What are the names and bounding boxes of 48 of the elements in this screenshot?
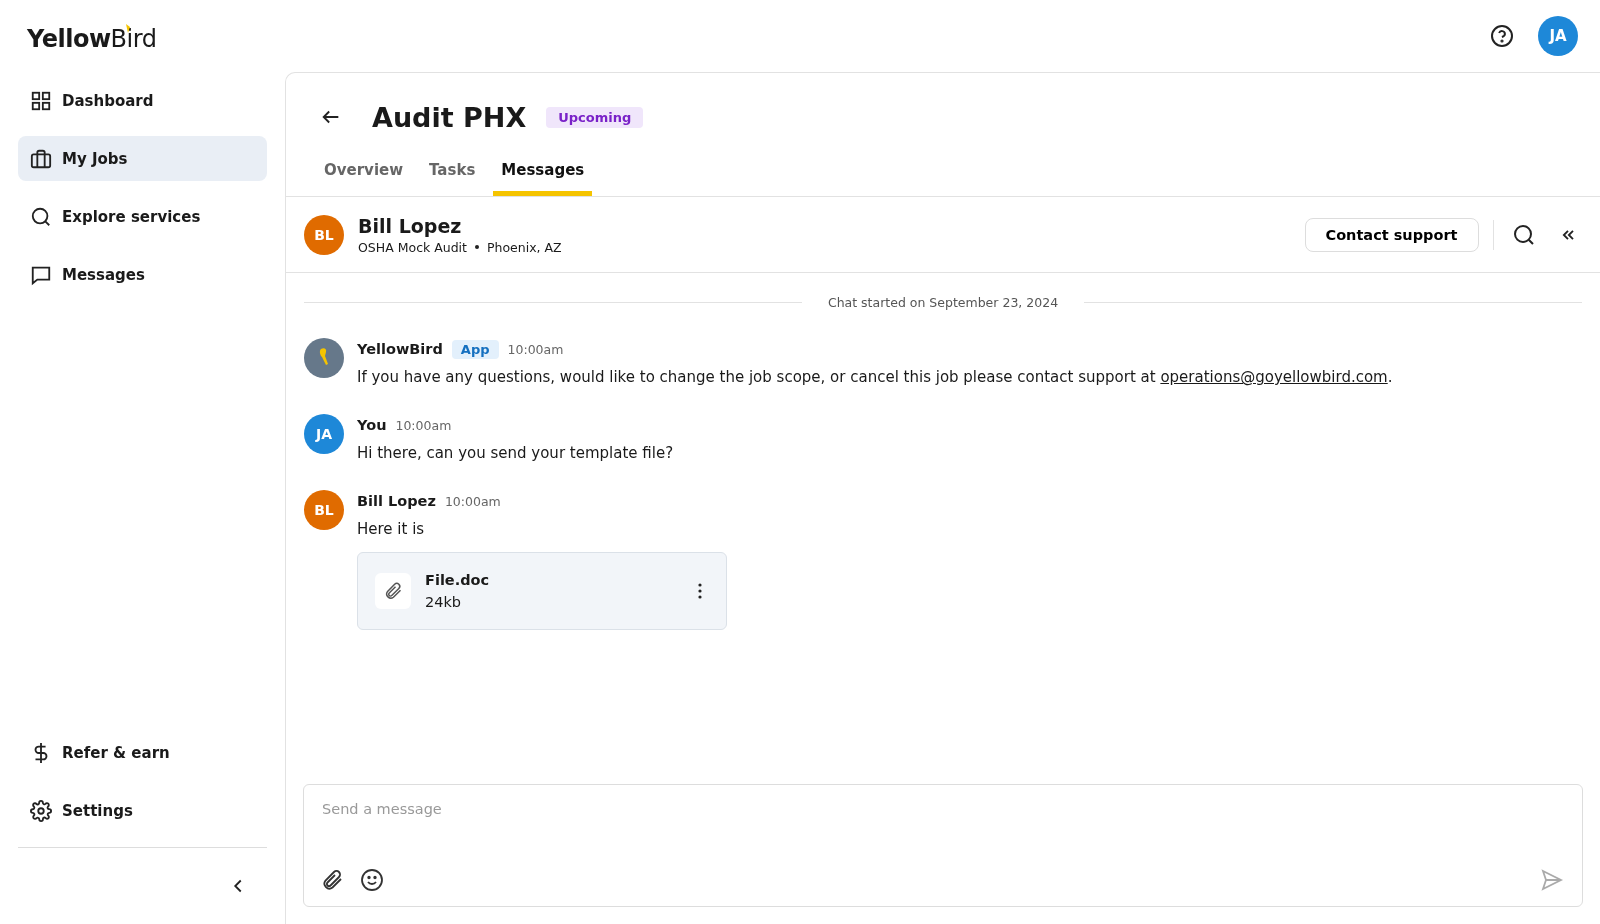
status-badge: Upcoming [546,106,644,128]
job-title: Audit PHX [372,101,527,133]
contact-support-button[interactable]: Contact support [1304,217,1479,252]
sender-avatar: JA [304,414,344,454]
email-link[interactable]: operations@goyellowbird.com [1160,368,1388,386]
search-icon [30,205,52,228]
briefcase-icon [30,147,52,170]
tab[interactable]: Overview [316,149,412,196]
message-text: If you have any questions, would like to change the job scope, or cancel this job please contact support at operations@goyellowbird.com. [357,368,1393,386]
separator-dot [475,245,479,249]
app-badge: App [451,339,499,359]
message-text: Here it is [357,520,426,538]
paperclip-icon [320,868,344,892]
settings-icon [30,799,52,822]
paperclip-icon [375,573,411,609]
message-time: 10:00am [507,341,564,357]
sidebar-item[interactable]: Messages [18,252,267,297]
file-size: 24kb [425,594,463,610]
user-avatar[interactable]: JA [1538,16,1578,56]
tab[interactable]: Tasks [421,149,484,196]
file-attachment-card[interactable]: File.doc 24kb [357,552,727,630]
sidebar-item[interactable]: Explore services [18,194,267,239]
file-name: File.doc [425,572,490,588]
tab[interactable]: Messages [493,149,593,196]
sender-name: Bill Lopez [357,493,436,509]
location: Phoenix, AZ [487,239,562,255]
more-vertical-icon [698,583,702,599]
send-icon [1540,868,1564,892]
smiley-icon [360,868,384,892]
chat-start-date: Chat started on September 23, 2024 [827,295,1059,310]
logo: YellowBird [27,25,157,53]
sidebar-item[interactable]: Dashboard [18,78,267,123]
search-icon [1512,222,1536,247]
contact-name: Bill Lopez [358,214,463,237]
help-icon [1490,24,1514,48]
message-time: 10:00am [395,417,452,433]
sender-avatar: BL [304,490,344,530]
service-name: OSHA Mock Audit [358,239,467,255]
contact-avatar: BL [304,214,344,255]
sidebar-item[interactable]: Refer & earn [18,730,267,775]
message-time: 10:00am [444,493,501,509]
sender-name: You [357,417,387,433]
sidebar-item[interactable]: My Jobs [18,136,267,181]
sender-name: YellowBird [357,341,443,357]
message-input[interactable]: Send a message [322,797,1568,821]
sidebar-item[interactable]: Settings [18,788,267,833]
message-text: Hi there, can you send your template file? [357,444,674,462]
grid-icon [30,89,52,112]
